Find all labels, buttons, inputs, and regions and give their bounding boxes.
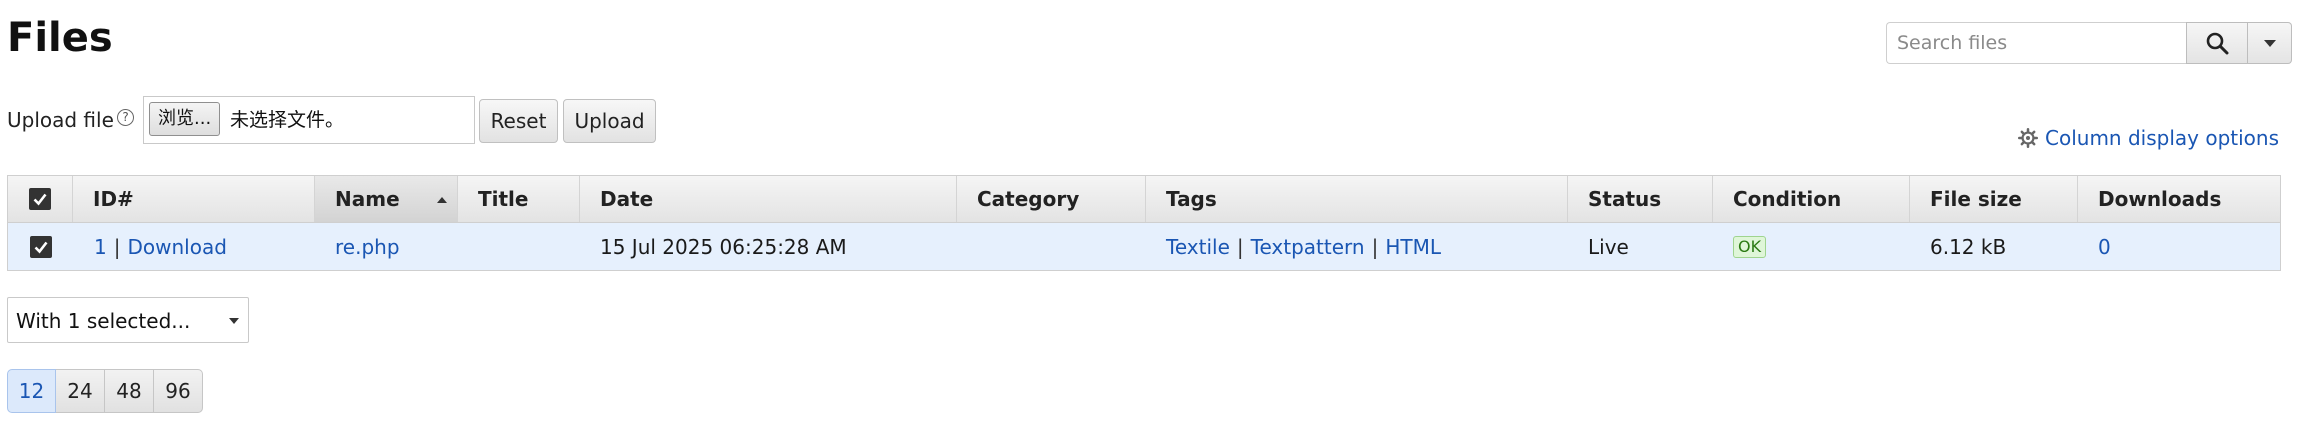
file-size: 6.12 kB: [1930, 234, 2007, 259]
downloads-count-link[interactable]: 0: [2098, 235, 2111, 259]
row-select-cell: [8, 223, 73, 270]
checkmark-icon: [34, 241, 48, 253]
gear-icon: [2018, 128, 2039, 148]
chevron-down-icon: [229, 318, 239, 324]
tag-separator: |: [1236, 234, 1244, 259]
table-row[interactable]: 1 | Download re.php 15 Jul 2025 06:25:28 A…: [8, 223, 2280, 270]
column-header-date-label: Date: [600, 187, 654, 211]
upload-button[interactable]: Upload: [563, 99, 656, 143]
column-header-filesize[interactable]: File size: [1910, 176, 2078, 222]
search-button[interactable]: [2186, 22, 2248, 64]
column-display-options-link[interactable]: Column display options: [2018, 126, 2279, 150]
column-header-id[interactable]: ID#: [73, 176, 315, 222]
column-header-filesize-label: File size: [1930, 187, 2022, 211]
page-size-48[interactable]: 48: [105, 369, 154, 413]
search-icon: [2206, 32, 2229, 55]
browse-button[interactable]: 浏览...: [149, 102, 221, 136]
cell-date: 15 Jul 2025 06:25:28 AM: [580, 223, 957, 270]
cell-filesize: 6.12 kB: [1910, 223, 2078, 270]
column-header-title-label: Title: [478, 187, 529, 211]
file-date: 15 Jul 2025 06:25:28 AM: [600, 234, 847, 259]
with-selected-label: With 1 selected...: [16, 309, 191, 333]
page-size-24[interactable]: 24: [56, 369, 105, 413]
cell-name: re.php: [315, 223, 458, 270]
column-header-tags: Tags: [1146, 176, 1568, 222]
page-title: Files: [7, 15, 113, 61]
tag-link[interactable]: Textile: [1166, 235, 1230, 259]
page-size-12[interactable]: 12: [7, 369, 56, 413]
files-page: Files Upload file ? 浏览... 未选择文件。 Reset U…: [0, 0, 2304, 447]
file-name-link[interactable]: re.php: [335, 235, 400, 259]
column-header-name[interactable]: Name: [315, 176, 458, 222]
cell-condition: OK: [1713, 223, 1910, 270]
column-header-category-label: Category: [977, 187, 1080, 211]
chevron-down-icon: [2263, 39, 2276, 47]
download-link[interactable]: Download: [127, 235, 226, 259]
page-size-96[interactable]: 96: [154, 369, 203, 413]
column-header-status[interactable]: Status: [1568, 176, 1713, 222]
column-header-tags-label: Tags: [1166, 187, 1217, 211]
checkmark-icon: [33, 193, 47, 206]
file-status-text: 未选择文件。: [230, 109, 345, 131]
sort-ascending-icon: [437, 197, 447, 203]
tag-link[interactable]: Textpattern: [1251, 235, 1365, 259]
cell-title: [458, 223, 580, 270]
cell-downloads: 0: [2078, 223, 2280, 270]
column-header-date[interactable]: Date: [580, 176, 957, 222]
cell-tags: Textile | Textpattern | HTML: [1146, 223, 1568, 270]
column-header-condition[interactable]: Condition: [1713, 176, 1910, 222]
search-group: [1886, 22, 2292, 64]
with-selected-dropdown[interactable]: With 1 selected...: [7, 297, 249, 343]
column-header-name-label: Name: [335, 187, 400, 211]
file-status: Live: [1588, 234, 1629, 259]
file-id-link[interactable]: 1: [94, 235, 107, 259]
search-input[interactable]: [1886, 22, 2186, 64]
column-header-id-label: ID#: [93, 187, 134, 211]
condition-badge: OK: [1733, 235, 1767, 258]
cell-category: [957, 223, 1146, 270]
search-options-button[interactable]: [2248, 22, 2292, 64]
upload-file-label: Upload file: [7, 108, 114, 132]
page-size-selector: 12 24 48 96: [7, 369, 203, 413]
help-icon[interactable]: ?: [117, 109, 134, 126]
column-header-downloads-label: Downloads: [2098, 187, 2222, 211]
column-header-category[interactable]: Category: [957, 176, 1146, 222]
column-display-options-label: Column display options: [2045, 126, 2279, 150]
column-header-downloads[interactable]: Downloads: [2078, 176, 2280, 222]
row-checkbox[interactable]: [29, 235, 52, 258]
cell-id: 1 | Download: [73, 223, 315, 270]
column-header-condition-label: Condition: [1733, 187, 1842, 211]
id-separator: |: [113, 234, 121, 259]
files-table: ID# Name Title Date Category Tags Status…: [7, 175, 2281, 271]
tag-link[interactable]: HTML: [1385, 235, 1441, 259]
tag-separator: |: [1371, 234, 1379, 259]
reset-button[interactable]: Reset: [479, 99, 558, 143]
select-all-checkbox[interactable]: [29, 188, 51, 210]
header-select-all: [8, 176, 73, 222]
column-header-title[interactable]: Title: [458, 176, 580, 222]
cell-status: Live: [1568, 223, 1713, 270]
file-input[interactable]: 浏览... 未选择文件。: [143, 96, 475, 144]
column-header-status-label: Status: [1588, 187, 1662, 211]
table-header: ID# Name Title Date Category Tags Status…: [8, 176, 2280, 223]
